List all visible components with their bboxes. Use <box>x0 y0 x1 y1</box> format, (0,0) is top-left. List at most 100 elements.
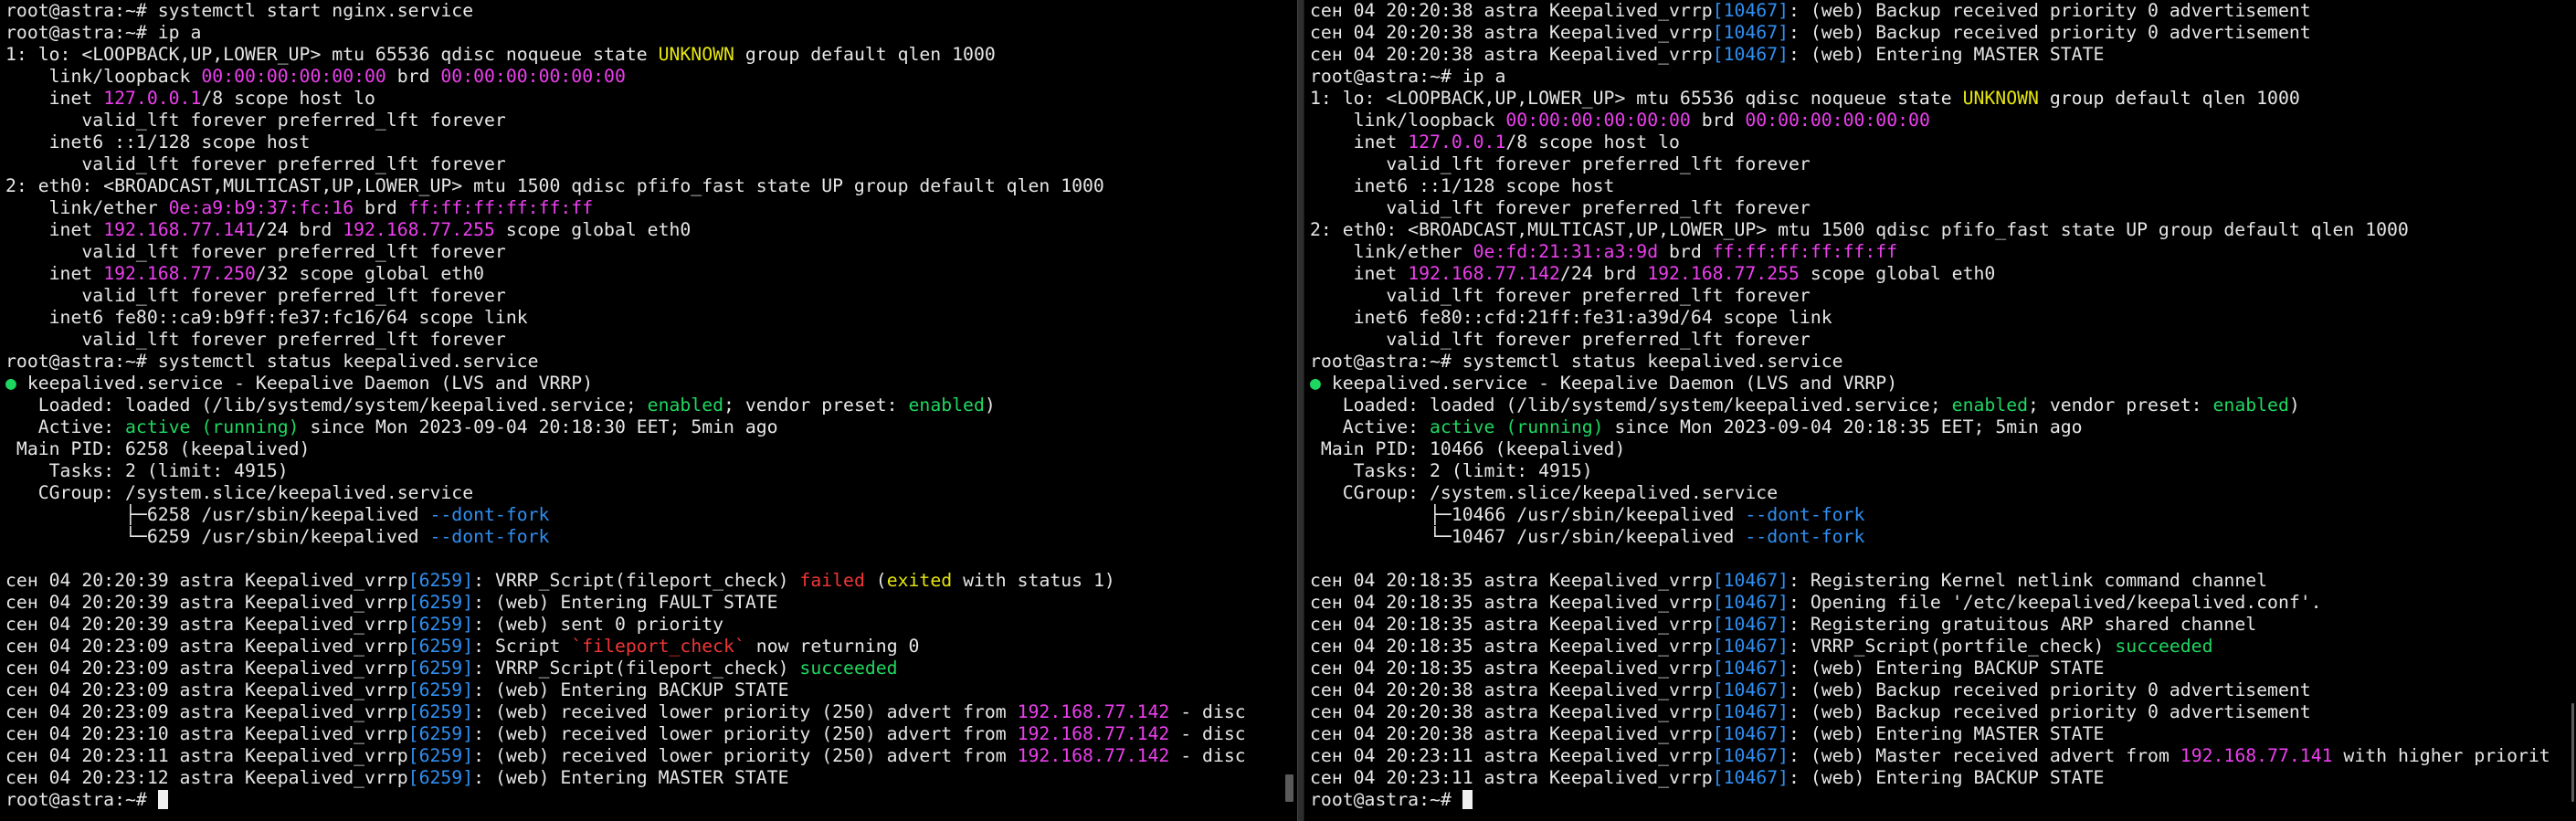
terminal-text-segment: now returning 0 <box>744 636 920 657</box>
terminal-line: Active: active (running) since Mon 2023-… <box>5 416 1297 438</box>
terminal-line: root@astra:~# ip a <box>1310 66 2576 88</box>
terminal-text-segment: inet <box>5 263 104 284</box>
terminal-text-segment: сен 04 20:23:11 astra Keepalived_vrrp <box>1310 767 1713 788</box>
terminal-text-segment: valid_lft forever preferred_lft forever <box>5 329 506 350</box>
terminal-line: 2: eth0: <BROADCAST,MULTICAST,UP,LOWER_U… <box>5 175 1297 197</box>
terminal-line: Loaded: loaded (/lib/systemd/system/keep… <box>1310 395 2576 416</box>
terminal-text-segment: inet6 ::1/128 scope host <box>5 132 311 153</box>
terminal-line: └─10467 /usr/sbin/keepalived --dont-fork <box>1310 526 2576 548</box>
terminal-line: сен 04 20:23:10 astra Keepalived_vrrp[62… <box>5 723 1297 745</box>
terminal-text-segment: 192.168.77.141 <box>103 219 256 240</box>
terminal-text-segment: : (web) Master received advert from <box>1789 745 2180 766</box>
terminal-text-segment: : (web) sent 0 priority <box>473 614 724 635</box>
terminal-text-segment: with higher priorit <box>2332 745 2550 766</box>
terminal-text-segment: inet <box>5 88 104 109</box>
terminal-text-segment: ff:ff:ff:ff:ff:ff <box>1712 241 1898 262</box>
terminal-text-segment: valid_lft forever preferred_lft forever <box>5 241 506 262</box>
terminal-text-segment: : (web) Backup received priority 0 adver… <box>1789 0 2311 21</box>
terminal-text-segment: [10467] <box>1712 745 1789 766</box>
terminal-output-right: сен 04 20:20:38 astra Keepalived_vrrp[10… <box>1310 0 2576 811</box>
terminal-output-left: root@astra:~# systemctl start nginx.serv… <box>5 0 1297 811</box>
terminal-text-segment: root@astra:~# <box>1310 789 1462 810</box>
terminal-line: сен 04 20:18:35 astra Keepalived_vrrp[10… <box>1310 614 2576 636</box>
terminal-text-segment: : (web) Entering MASTER STATE <box>1789 723 2105 744</box>
terminal-line: valid_lft forever preferred_lft forever <box>5 153 1297 175</box>
terminal-line: root@astra:~# <box>5 789 1297 811</box>
terminal-text-segment: brd <box>1690 110 1746 131</box>
terminal-text-segment: сен 04 20:20:39 astra Keepalived_vrrp <box>5 570 408 591</box>
terminal-text-segment: enabled <box>908 395 985 416</box>
terminal-line: сен 04 20:18:35 astra Keepalived_vrrp[10… <box>1310 592 2576 614</box>
terminal-text-segment: [10467] <box>1712 636 1789 657</box>
terminal-text-segment: сен 04 20:20:39 astra Keepalived_vrrp <box>5 592 408 613</box>
terminal-text-segment: link/loopback <box>1310 110 1506 131</box>
terminal-text-segment: сен 04 20:18:35 astra Keepalived_vrrp <box>1310 614 1713 635</box>
terminal-line: CGroup: /system.slice/keepalived.service <box>1310 482 2576 504</box>
terminal-text-segment: [10467] <box>1712 701 1789 722</box>
terminal-text-segment: сен 04 20:23:12 astra Keepalived_vrrp <box>5 767 408 788</box>
terminal-text-segment: scope global eth0 <box>494 219 692 240</box>
terminal-line: inet 192.168.77.250/32 scope global eth0 <box>5 263 1297 285</box>
terminal-text-segment: ● <box>5 373 16 394</box>
terminal-text-segment: : Opening file '/etc/keepalived/keepaliv… <box>1789 592 2322 613</box>
terminal-text-segment: : (web) Entering BACKUP STATE <box>1789 767 2105 788</box>
terminal-text-segment: └─10467 /usr/sbin/keepalived <box>1310 526 1746 547</box>
terminal-text-segment: with status 1) <box>952 570 1115 591</box>
terminal-text-segment: [10467] <box>1712 44 1789 65</box>
terminal-text-segment: /8 scope host lo <box>201 88 375 109</box>
terminal-text-segment: active (running) <box>125 416 300 437</box>
terminal-text-segment: : (web) Backup received priority 0 adver… <box>1789 701 2311 722</box>
terminal-text-segment: сен 04 20:20:38 astra Keepalived_vrrp <box>1310 701 1713 722</box>
terminal-text-segment: keepalived.service - Keepalive Daemon (L… <box>1320 373 1898 394</box>
terminal-text-segment: : Script <box>473 636 572 657</box>
terminal-text-segment: - disc <box>1169 745 1246 766</box>
terminal-text-segment: inet <box>1310 263 1409 284</box>
pane-divider[interactable] <box>1297 0 1304 821</box>
terminal-line: ● keepalived.service - Keepalive Daemon … <box>5 373 1297 395</box>
terminal-text-segment: ) <box>984 395 996 416</box>
terminal-text-segment: [6259] <box>407 723 474 744</box>
terminal-text-segment: Loaded: loaded (/lib/systemd/system/keep… <box>5 395 648 416</box>
terminal-line: сен 04 20:23:11 astra Keepalived_vrrp[62… <box>5 745 1297 767</box>
terminal-text-segment: inet6 fe80::cfd:21ff:fe31:a39d/64 scope … <box>1310 307 1832 328</box>
terminal-cursor <box>1462 790 1473 809</box>
terminal-text-segment: root@astra:~# systemctl start nginx.serv… <box>5 0 474 21</box>
terminal-text-segment: сен 04 20:18:35 astra Keepalived_vrrp <box>1310 570 1713 591</box>
terminal-text-segment: brd <box>354 197 408 218</box>
terminal-line: valid_lft forever preferred_lft forever <box>5 110 1297 132</box>
terminal-text-segment: 192.168.77.142 <box>1408 263 1560 284</box>
terminal-pane-right[interactable]: сен 04 20:20:38 astra Keepalived_vrrp[10… <box>1304 0 2576 821</box>
terminal-text-segment: group default qlen 1000 <box>734 44 996 65</box>
terminal-text-segment: [10467] <box>1712 592 1789 613</box>
terminal-text-segment: link/loopback <box>5 66 202 87</box>
terminal-text-segment: ff:ff:ff:ff:ff:ff <box>407 197 594 218</box>
terminal-line: link/ether 0e:a9:b9:37:fc:16 brd ff:ff:f… <box>5 197 1297 219</box>
terminal-text-segment: valid_lft forever preferred_lft forever <box>1310 329 1811 350</box>
terminal-text-segment: link/ether <box>1310 241 1473 262</box>
terminal-line: inet 192.168.77.141/24 brd 192.168.77.25… <box>5 219 1297 241</box>
terminal-pane-left[interactable]: root@astra:~# systemctl start nginx.serv… <box>0 0 1297 821</box>
terminal-line: Main PID: 6258 (keepalived) <box>5 438 1297 460</box>
terminal-text-segment: brd <box>385 66 441 87</box>
terminal-text-segment: succeeded <box>2115 636 2213 657</box>
terminal-text-segment: сен 04 20:20:38 astra Keepalived_vrrp <box>1310 723 1713 744</box>
terminal-line: сен 04 20:20:38 astra Keepalived_vrrp[10… <box>1310 0 2576 22</box>
terminal-text-segment: : VRRP_Script(fileport_check) <box>473 570 800 591</box>
terminal-line: 1: lo: <LOOPBACK,UP,LOWER_UP> mtu 65536 … <box>5 44 1297 66</box>
terminal-text-segment: сен 04 20:23:09 astra Keepalived_vrrp <box>5 636 408 657</box>
terminal-line: сен 04 20:20:38 astra Keepalived_vrrp[10… <box>1310 22 2576 44</box>
scrollbar-left[interactable] <box>1285 774 1293 802</box>
terminal-text-segment: [10467] <box>1712 723 1789 744</box>
terminal-text-segment: keepalived.service - Keepalive Daemon (L… <box>16 373 594 394</box>
terminal-text-segment: inet6 ::1/128 scope host <box>1310 175 1615 196</box>
terminal-text-segment: CGroup: /system.slice/keepalived.service <box>1310 482 1779 503</box>
terminal-text-segment: valid_lft forever preferred_lft forever <box>1310 197 1811 218</box>
terminal-text-segment: сен 04 20:23:11 astra Keepalived_vrrp <box>5 745 408 766</box>
terminal-line: сен 04 20:23:11 astra Keepalived_vrrp[10… <box>1310 745 2576 767</box>
terminal-line: сен 04 20:20:38 astra Keepalived_vrrp[10… <box>1310 701 2576 723</box>
terminal-text-segment: valid_lft forever preferred_lft forever <box>5 110 506 131</box>
terminal-text-segment: brd <box>1658 241 1713 262</box>
scrollbar-right[interactable] <box>2571 703 2574 802</box>
terminal-text-segment: : Registering gratuitous ARP shared chan… <box>1789 614 2257 635</box>
